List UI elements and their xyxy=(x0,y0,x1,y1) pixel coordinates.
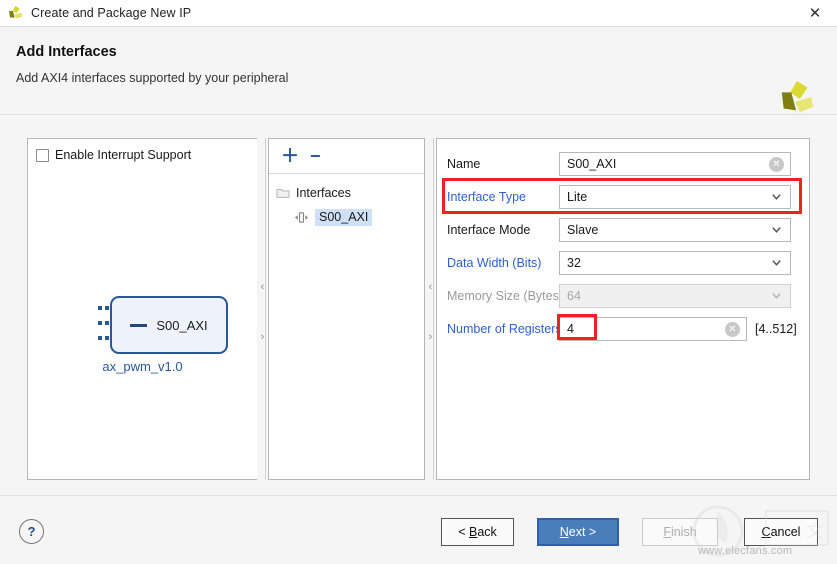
splitter-right[interactable]: ‹ › xyxy=(425,138,436,480)
help-button[interactable]: ? xyxy=(19,519,44,544)
chevron-down-icon xyxy=(772,227,781,233)
splitter-collapse-right-icon[interactable]: › xyxy=(425,330,436,344)
ip-block-diagram[interactable]: S00_AXI xyxy=(110,296,228,354)
splitter-collapse-right-icon[interactable]: › xyxy=(257,330,268,344)
tree-item-interfaces[interactable]: Interfaces xyxy=(276,186,351,200)
name-label: Name xyxy=(447,157,481,171)
next-button-label: Next > xyxy=(559,525,597,539)
ip-block-pins-icon xyxy=(98,306,109,344)
interface-mode-value: Slave xyxy=(567,223,599,237)
ip-module-name: ax_pwm_v1.0 xyxy=(102,359,183,374)
ip-block-port-label: S00_AXI xyxy=(156,317,208,333)
interface-properties-panel: Name S00_AXI ✕ Interface Type Lite Inter… xyxy=(436,138,810,480)
interface-mode-label: Interface Mode xyxy=(447,223,531,237)
enable-interrupt-support-checkbox[interactable]: Enable Interrupt Support xyxy=(36,148,191,162)
data-width-value: 32 xyxy=(567,256,581,270)
data-width-label: Data Width (Bits) xyxy=(447,256,542,270)
data-width-select[interactable]: 32 xyxy=(559,251,791,275)
number-of-registers-range-hint: [4..512] xyxy=(755,322,797,336)
footer-divider xyxy=(0,495,837,496)
chevron-down-icon xyxy=(772,260,781,266)
bus-interface-icon xyxy=(295,212,308,223)
checkbox-box[interactable] xyxy=(36,148,49,162)
chevron-down-icon xyxy=(772,293,781,299)
finish-button: Finish xyxy=(642,518,718,546)
name-input[interactable]: S00_AXI ✕ xyxy=(559,152,791,176)
bus-collapse-icon xyxy=(130,323,148,327)
interface-type-label: Interface Type xyxy=(447,190,526,204)
cancel-button[interactable]: Cancel xyxy=(744,518,818,546)
xilinx-logo-icon xyxy=(781,80,814,113)
remove-interface-button[interactable]: − xyxy=(310,147,321,165)
field-row-interface-mode: Interface Mode Slave xyxy=(437,218,809,242)
number-of-registers-value: 4 xyxy=(567,322,574,336)
enable-interrupt-support-label: Enable Interrupt Support xyxy=(55,148,192,162)
field-row-number-of-registers: Number of Registers 4 ✕ [4..512] xyxy=(437,317,809,341)
back-button-label: < Back xyxy=(458,525,497,539)
close-icon[interactable]: ✕ xyxy=(793,0,837,26)
memory-size-value: 64 xyxy=(567,289,581,303)
interface-type-select[interactable]: Lite xyxy=(559,185,791,209)
page-subtitle: Add AXI4 interfaces supported by your pe… xyxy=(16,71,289,85)
watermark-text: www.elecfans.com xyxy=(698,545,793,557)
interface-mode-select[interactable]: Slave xyxy=(559,218,791,242)
folder-icon xyxy=(276,189,290,198)
field-row-interface-type: Interface Type Lite xyxy=(437,185,809,209)
add-interface-button[interactable]: ＋ xyxy=(281,147,299,165)
clear-circle-icon[interactable]: ✕ xyxy=(725,322,740,337)
number-of-registers-label: Number of Registers xyxy=(447,322,562,336)
tree-item-s00-axi[interactable]: S00_AXI xyxy=(294,209,373,226)
chevron-down-icon xyxy=(772,194,781,200)
name-value: S00_AXI xyxy=(567,157,617,171)
cancel-button-label: Cancel xyxy=(761,525,801,539)
field-row-name: Name S00_AXI ✕ xyxy=(437,152,809,176)
tree-item-s00-axi-label: S00_AXI xyxy=(315,209,373,226)
back-button[interactable]: < Back xyxy=(441,518,514,546)
title-bar: Create and Package New IP ✕ xyxy=(0,0,837,27)
memory-size-select: 64 xyxy=(559,284,791,308)
window-title: Create and Package New IP xyxy=(31,6,192,20)
clear-circle-icon[interactable]: ✕ xyxy=(769,157,784,172)
field-row-data-width: Data Width (Bits) 32 xyxy=(437,251,809,275)
field-row-memory-size: Memory Size (Bytes) 64 xyxy=(437,284,809,308)
interfaces-tree-panel: ＋ − Interfaces S00_AXI xyxy=(268,138,425,480)
splitter-bar xyxy=(265,138,266,480)
vivado-logo-icon xyxy=(9,5,23,19)
page-header: Add Interfaces Add AXI4 interfaces suppo… xyxy=(0,27,837,115)
ip-preview-panel: Enable Interrupt Support S00_AXI ax_pwm_… xyxy=(27,138,258,480)
splitter-collapse-left-icon[interactable]: ‹ xyxy=(257,280,268,294)
number-of-registers-input[interactable]: 4 ✕ xyxy=(559,317,747,341)
interface-type-value: Lite xyxy=(567,190,588,204)
tree-item-interfaces-label: Interfaces xyxy=(296,186,351,200)
splitter-bar xyxy=(433,138,434,480)
interface-properties-form: Name S00_AXI ✕ Interface Type Lite Inter… xyxy=(437,139,809,479)
splitter-collapse-left-icon[interactable]: ‹ xyxy=(425,280,436,294)
page-title: Add Interfaces xyxy=(16,44,117,60)
memory-size-label: Memory Size (Bytes) xyxy=(447,289,563,303)
splitter-left[interactable]: ‹ › xyxy=(257,138,268,480)
tree-toolbar: ＋ − xyxy=(269,139,424,174)
next-button[interactable]: Next > xyxy=(537,518,619,546)
finish-button-label: Finish xyxy=(663,525,697,539)
